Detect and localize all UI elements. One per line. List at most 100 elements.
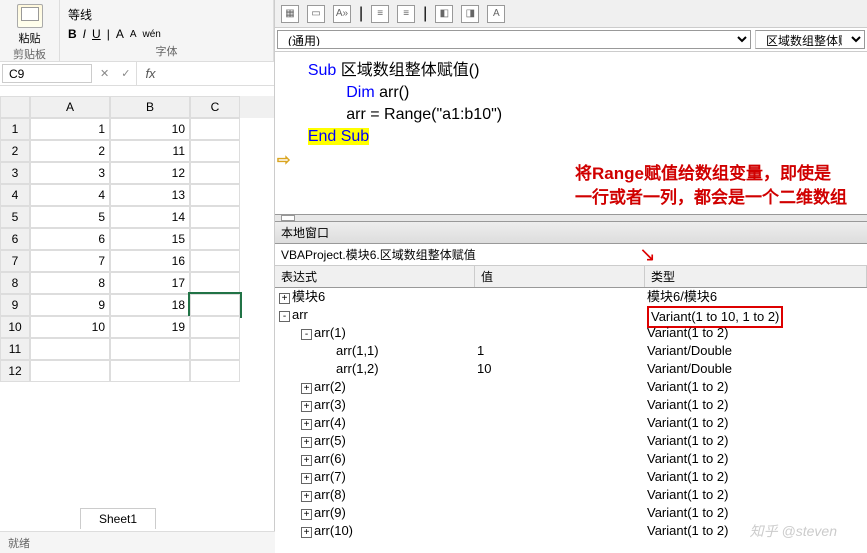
font-shrink-button[interactable]: A	[130, 29, 137, 40]
expand-icon[interactable]: +	[301, 455, 312, 466]
collapse-icon[interactable]: -	[279, 311, 290, 322]
cell[interactable]	[190, 294, 240, 316]
row-header[interactable]: 1	[0, 118, 30, 140]
cell[interactable]	[190, 250, 240, 272]
col-type[interactable]: ↘类型	[645, 266, 867, 287]
cell[interactable]	[190, 206, 240, 228]
expand-icon[interactable]: +	[301, 473, 312, 484]
locals-row[interactable]: arr(1,2) 10 Variant/Double	[275, 360, 867, 378]
locals-tree[interactable]: +模块6 模块6/模块6 -arr Variant(1 to 10, 1 to …	[275, 288, 867, 540]
cell[interactable]	[30, 338, 110, 360]
outdent-icon[interactable]: ≡	[397, 5, 415, 23]
locals-row[interactable]: -arr Variant(1 to 10, 1 to 2)	[275, 306, 867, 324]
select-all-corner[interactable]	[0, 96, 30, 118]
cell[interactable]	[110, 338, 190, 360]
row-header[interactable]: 10	[0, 316, 30, 338]
cell[interactable]	[190, 272, 240, 294]
locals-row[interactable]: +模块6 模块6/模块6	[275, 288, 867, 306]
name-box[interactable]	[2, 64, 92, 83]
toolbar-icon[interactable]: A	[487, 5, 505, 23]
font-name-dropdown[interactable]: 等线	[68, 6, 92, 23]
cell[interactable]: 3	[30, 162, 110, 184]
object-dropdown[interactable]: (通用)	[277, 30, 751, 49]
cell[interactable]	[30, 360, 110, 382]
cell[interactable]	[190, 316, 240, 338]
cell[interactable]	[190, 118, 240, 140]
cell[interactable]: 2	[30, 140, 110, 162]
locals-row[interactable]: +arr(8) Variant(1 to 2)	[275, 486, 867, 504]
expand-icon[interactable]: +	[301, 437, 312, 448]
cell[interactable]: 11	[110, 140, 190, 162]
expand-icon[interactable]: +	[301, 401, 312, 412]
expand-icon[interactable]: +	[301, 419, 312, 430]
cell[interactable]: 10	[110, 118, 190, 140]
row-header[interactable]: 12	[0, 360, 30, 382]
row-header[interactable]: 11	[0, 338, 30, 360]
cell[interactable]: 19	[110, 316, 190, 338]
cell[interactable]: 8	[30, 272, 110, 294]
toolbar-icon[interactable]: ◨	[461, 5, 479, 23]
row-header[interactable]: 5	[0, 206, 30, 228]
locals-row[interactable]: +arr(4) Variant(1 to 2)	[275, 414, 867, 432]
expand-icon[interactable]: +	[301, 491, 312, 502]
cell[interactable]	[190, 338, 240, 360]
cell[interactable]: 15	[110, 228, 190, 250]
toolbar-icon[interactable]: ◧	[435, 5, 453, 23]
indent-icon[interactable]: ≡	[371, 5, 389, 23]
toolbar-icon[interactable]: ▭	[307, 5, 325, 23]
cell[interactable]: 13	[110, 184, 190, 206]
splitter[interactable]	[275, 214, 867, 222]
spreadsheet-grid[interactable]: A B C 1 1 10 2 2 11 3 3 12 4 4 13 5 5 14	[0, 96, 274, 382]
locals-row[interactable]: arr(1,1) 1 Variant/Double	[275, 342, 867, 360]
row-header[interactable]: 2	[0, 140, 30, 162]
cell[interactable]: 6	[30, 228, 110, 250]
toolbar-icon[interactable]: ▦	[281, 5, 299, 23]
row-header[interactable]: 9	[0, 294, 30, 316]
cell[interactable]	[190, 140, 240, 162]
fx-button[interactable]: fx	[136, 62, 163, 85]
cell[interactable]: 5	[30, 206, 110, 228]
paste-button[interactable]: 粘贴	[6, 4, 53, 46]
procedure-dropdown[interactable]: 区域数组整体赋	[755, 30, 865, 49]
expand-icon[interactable]: +	[301, 383, 312, 394]
phonetic-button[interactable]: wén	[143, 29, 161, 40]
bold-button[interactable]: B	[68, 27, 77, 41]
cell[interactable]: 9	[30, 294, 110, 316]
cell[interactable]: 18	[110, 294, 190, 316]
underline-button[interactable]: U	[92, 27, 101, 41]
expand-icon[interactable]: +	[301, 509, 312, 520]
cell[interactable]	[190, 228, 240, 250]
col-header-c[interactable]: C	[190, 96, 240, 118]
row-header[interactable]: 3	[0, 162, 30, 184]
locals-row[interactable]: +arr(3) Variant(1 to 2)	[275, 396, 867, 414]
cell[interactable]	[190, 162, 240, 184]
italic-button[interactable]: I	[83, 27, 86, 41]
cell[interactable]: 4	[30, 184, 110, 206]
row-header[interactable]: 4	[0, 184, 30, 206]
cell[interactable]: 10	[30, 316, 110, 338]
col-expression[interactable]: 表达式	[275, 266, 475, 287]
expand-icon[interactable]: +	[301, 527, 312, 538]
sheet-tab[interactable]: Sheet1	[80, 508, 156, 529]
row-header[interactable]: 6	[0, 228, 30, 250]
accept-formula-button[interactable]: ✓	[115, 62, 136, 85]
col-value[interactable]: 值	[475, 266, 645, 287]
expand-icon[interactable]: +	[279, 293, 290, 304]
locals-row[interactable]: +arr(5) Variant(1 to 2)	[275, 432, 867, 450]
row-header[interactable]: 8	[0, 272, 30, 294]
cell[interactable]: 12	[110, 162, 190, 184]
cell[interactable]: 17	[110, 272, 190, 294]
row-header[interactable]: 7	[0, 250, 30, 272]
cell[interactable]	[190, 184, 240, 206]
cell[interactable]: 16	[110, 250, 190, 272]
locals-row[interactable]: +arr(2) Variant(1 to 2)	[275, 378, 867, 396]
font-grow-button[interactable]: A	[116, 27, 124, 41]
collapse-icon[interactable]: -	[301, 329, 312, 340]
locals-row[interactable]: -arr(1) Variant(1 to 2)	[275, 324, 867, 342]
col-header-a[interactable]: A	[30, 96, 110, 118]
cell[interactable]	[110, 360, 190, 382]
locals-row[interactable]: +arr(9) Variant(1 to 2)	[275, 504, 867, 522]
cancel-formula-button[interactable]: ✕	[94, 62, 115, 85]
cell[interactable]: 14	[110, 206, 190, 228]
cell[interactable]: 1	[30, 118, 110, 140]
